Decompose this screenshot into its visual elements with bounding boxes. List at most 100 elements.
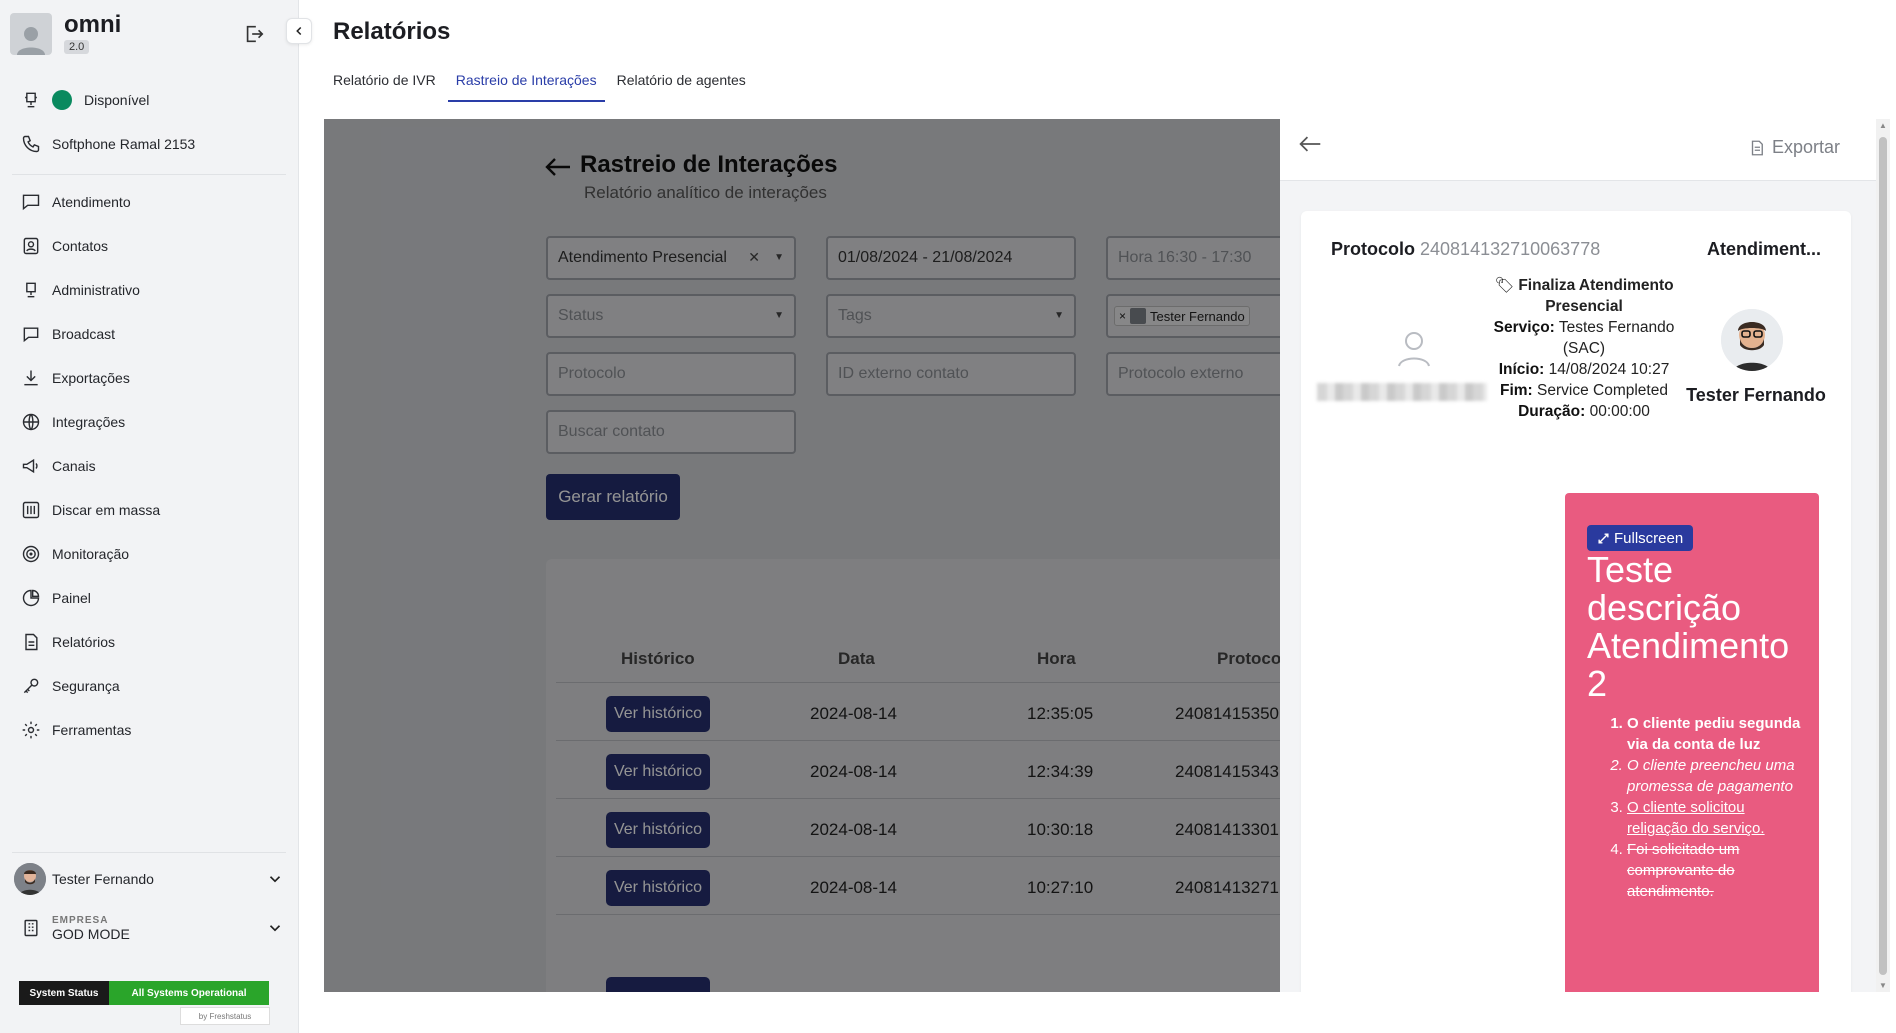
sidebar-item-label: Atendimento [52,194,131,210]
note-item: O cliente solicitou religação do serviço… [1627,797,1807,839]
sidebar-item-broadcast[interactable]: Broadcast [20,320,115,348]
protocol-value: 2408141327100637​78 [1420,239,1601,259]
drawer-back-button[interactable] [1298,133,1322,160]
fullscreen-label: Fullscreen [1614,529,1684,547]
service-line: Serviço: Testes Fernando (SAC) [1489,317,1679,359]
duration-label: Duração: [1518,403,1586,420]
note-item: O cliente pediu segunda via da conta de … [1627,713,1807,755]
agent-avatar [1721,309,1783,371]
sidebar-item-seguranca[interactable]: Segurança [20,672,120,700]
attendance-note: Fullscreen Teste descrição Atendimento 2… [1565,493,1819,992]
sidebar-item-label: Ferramentas [52,722,132,738]
end-line: Fim: Service Completed [1489,380,1679,401]
logout-button[interactable] [240,20,268,48]
sidebar-item-label: Relatórios [52,634,116,650]
user-name: Tester Fernando [52,871,154,887]
sidebar: omni 2.0 Disponível Softphone Ramal 2153… [0,0,299,1033]
sidebar-item-label: Painel [52,590,91,606]
end-value: Service Completed [1537,382,1668,399]
contact-name-blurred [1317,383,1487,401]
avatar [14,863,46,895]
expand-icon [1598,532,1609,544]
status-selector[interactable]: Disponível [20,86,149,114]
company-avatar [10,13,52,55]
admin-icon [20,279,42,301]
note-item: O cliente preencheu uma promessa de paga… [1627,755,1807,797]
start-label: Início: [1498,361,1545,378]
sidebar-item-contatos[interactable]: Contatos [20,232,108,260]
contacts-icon [20,235,42,257]
contact-icon [1396,329,1432,372]
key-icon [20,675,42,697]
modal-overlay[interactable] [324,119,1280,992]
interaction-card: Protocolo 2408141327100637​78 Atendiment… [1301,211,1851,992]
sidebar-item-atendimento[interactable]: Atendimento [20,188,131,216]
sidebar-item-relatorios[interactable]: Relatórios [20,628,115,656]
interaction-info: 🏷 Finaliza Atendimento Presencial Serviç… [1489,275,1679,422]
tab-agentes[interactable]: Relatório de agentes [609,64,754,102]
duration-value: 00:00:00 [1589,403,1650,420]
sidebar-item-label: Administrativo [52,282,140,298]
attendance-title: Atendiment... [1706,239,1821,259]
end-label: Fim: [1500,382,1533,399]
scroll-up-arrow[interactable]: ▲ [1879,121,1887,130]
chevron-left-icon [296,26,302,36]
megaphone-icon [20,455,42,477]
phone-icon [20,133,42,155]
page-title: Relatórios [333,18,451,45]
drawer-header: Exportar [1280,119,1876,181]
app-name: omni [64,11,122,38]
company-name: GOD MODE [52,925,130,942]
tab-ivr[interactable]: Relatório de IVR [325,64,444,102]
finalize-line: 🏷 Finaliza Atendimento Presencial [1489,275,1679,317]
broadcast-icon [20,323,42,345]
sidebar-item-integracoes[interactable]: Integrações [20,408,125,436]
scroll-thumb[interactable] [1879,137,1887,975]
sidebar-item-label: Monitoração [52,546,130,562]
chat-icon [20,191,42,213]
building-icon [20,918,42,938]
integrations-icon [20,411,42,433]
tab-rastreio[interactable]: Rastreio de Interações [447,64,605,102]
target-icon [20,543,42,565]
export-label: Exportar [1771,137,1840,157]
protocol: Protocolo 2408141327100637​78 [1331,239,1600,260]
fullscreen-button[interactable]: Fullscreen [1587,525,1694,551]
pie-chart-icon [20,587,42,609]
drawer-scrollbar[interactable]: ▲ ▼ [1876,119,1890,992]
sidebar-item-label: Segurança [52,678,120,694]
status-label: Disponível [84,92,150,108]
service-value: Testes Fernando (SAC) [1558,319,1675,357]
gear-icon [20,719,42,741]
system-status-value: All Systems Operational [109,981,269,1005]
system-status-widget[interactable]: System Status All Systems Operational [19,981,269,1005]
sidebar-item-label: Exportações [52,370,130,386]
softphone-label: Softphone Ramal 2153 [52,136,196,152]
app-version: 2.0 [64,40,90,54]
note-title: Teste descrição Atendimento 2 [1587,549,1790,704]
interaction-detail-drawer: Exportar Protocolo 2408141327100637​78 A… [1280,119,1876,992]
sidebar-item-administrativo[interactable]: Administrativo [20,276,140,304]
scroll-down-arrow[interactable]: ▼ [1879,981,1887,990]
sidebar-item-discar-em-massa[interactable]: Discar em massa [20,496,160,524]
company-selector[interactable]: EMPRESA GOD MODE [20,908,284,948]
sidebar-item-monitoracao[interactable]: Monitoração [20,540,129,568]
document-icon [1751,140,1763,155]
user-menu[interactable]: Tester Fernando [14,862,284,896]
sidebar-item-painel[interactable]: Painel [20,584,91,612]
start-line: Início: 14/08/2024 10:27 [1489,359,1679,380]
mass-dial-icon [20,499,42,521]
sidebar-item-label: Canais [52,458,96,474]
note-item: Foi solicitado um comprovante do atendim… [1627,839,1807,902]
report-tabs: Relatório de IVR Rastreio de Interações … [325,64,758,102]
sidebar-collapse-button[interactable] [286,18,312,44]
chevron-down-icon [269,925,281,932]
sidebar-item-label: Integrações [52,414,126,430]
sidebar-item-ferramentas[interactable]: Ferramentas [20,716,131,744]
sidebar-item-exportacoes[interactable]: Exportações [20,364,130,392]
sidebar-item-canais[interactable]: Canais [20,452,96,480]
tag-icon: 🏷 [1494,277,1515,294]
softphone-item[interactable]: Softphone Ramal 2153 [20,130,195,158]
export-button[interactable]: Exportar [1748,137,1840,158]
report-icon [20,631,42,653]
